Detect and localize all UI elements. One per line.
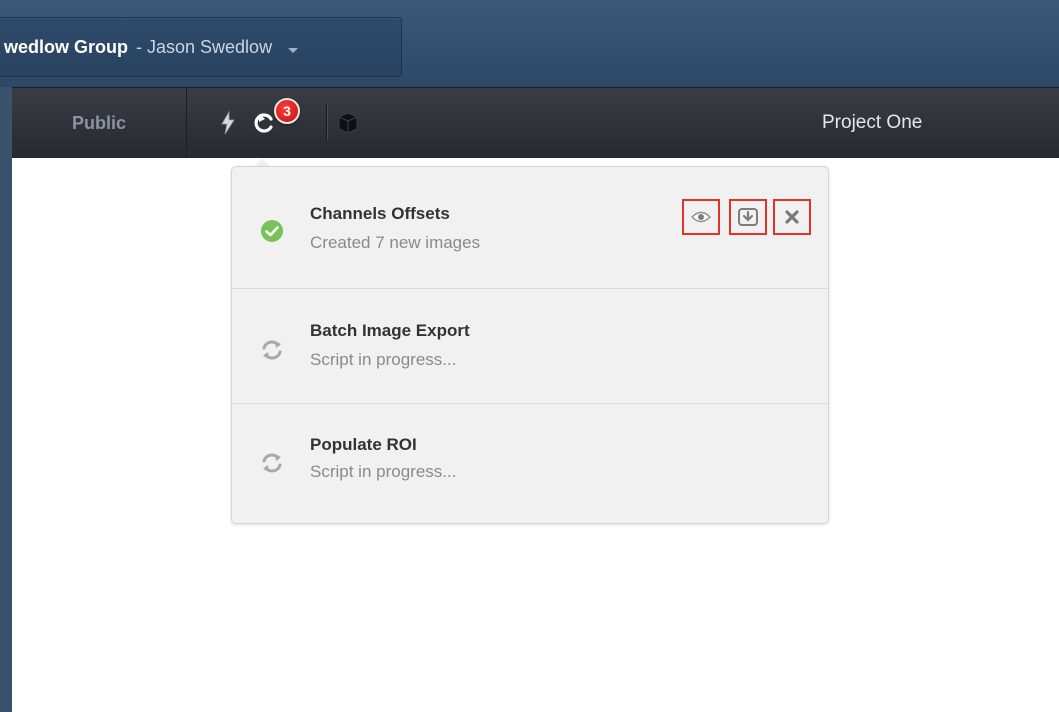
activity-message: Created 7 new images — [310, 233, 481, 252]
chevron-down-icon — [288, 47, 299, 53]
nav-bar: Public 3 Project One — [12, 87, 1059, 158]
activity-item: Populate ROI Script in progress... — [232, 404, 828, 524]
activities-refresh-icon[interactable] — [249, 88, 279, 158]
activity-message: Script in progress... — [310, 350, 457, 369]
activities-popover: Channels Offsets Created 7 new images Ba… — [231, 166, 829, 524]
activity-item: Channels Offsets Created 7 new images — [232, 167, 828, 289]
activity-message: Script in progress... — [310, 462, 457, 481]
eye-icon — [691, 211, 711, 223]
download-button[interactable] — [729, 199, 767, 235]
check-circle-icon — [260, 219, 284, 243]
project-title: Project One — [822, 112, 923, 133]
activity-title: Channels Offsets — [310, 204, 450, 223]
group-name: wedlow Group — [4, 36, 128, 57]
refresh-icon — [260, 338, 284, 362]
nav-divider — [326, 104, 327, 140]
activity-item: Batch Image Export Script in progress... — [232, 289, 828, 404]
activity-title: Populate ROI — [310, 435, 417, 454]
group-user: - Jason Swedlow — [136, 36, 273, 57]
nav-public[interactable]: Public — [12, 88, 187, 158]
close-icon — [785, 210, 799, 224]
scripts-lightning-icon[interactable] — [217, 88, 239, 158]
notification-badge: 3 — [274, 98, 300, 124]
top-bar: wedlow Group - Jason Swedlow — [0, 0, 1059, 87]
activity-title: Batch Image Export — [310, 321, 470, 340]
download-icon — [738, 208, 758, 226]
group-selector[interactable]: wedlow Group - Jason Swedlow — [0, 17, 402, 77]
refresh-icon — [260, 451, 284, 475]
cube-icon[interactable] — [334, 88, 362, 158]
remove-button[interactable] — [773, 199, 811, 235]
left-rail — [0, 0, 12, 712]
view-button[interactable] — [682, 199, 720, 235]
